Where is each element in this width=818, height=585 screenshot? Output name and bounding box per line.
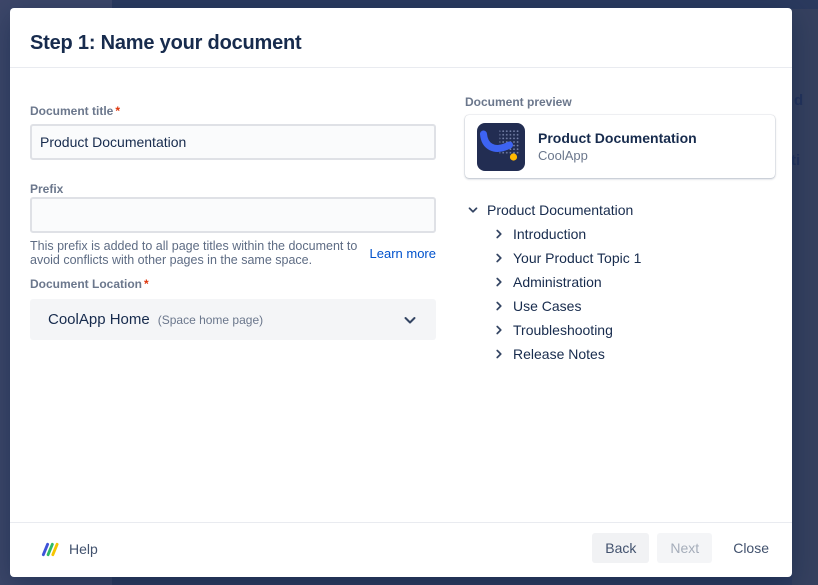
prefix-help-text: This prefix is added to all page titles … — [30, 239, 362, 267]
prefix-label: Prefix — [30, 182, 63, 196]
chevron-right-icon[interactable] — [491, 322, 507, 338]
help-app-icon — [40, 540, 59, 559]
document-title-label: Document title* — [30, 104, 120, 118]
tree-item[interactable]: Troubleshooting — [491, 318, 777, 342]
tree-item[interactable]: Release Notes — [491, 342, 777, 366]
occluded-text-fragment: ti — [791, 152, 800, 169]
tree-item-label: Troubleshooting — [513, 322, 613, 338]
tree-item[interactable]: Introduction — [491, 222, 777, 246]
next-button[interactable]: Next — [657, 533, 712, 563]
tree-item-label: Use Cases — [513, 298, 581, 314]
help-label: Help — [69, 541, 98, 557]
tree-item-label: Introduction — [513, 226, 586, 242]
chevron-right-icon[interactable] — [491, 298, 507, 314]
tree-item[interactable]: Use Cases — [491, 294, 777, 318]
page-tree: Product Documentation Introduction Your … — [465, 198, 777, 366]
back-button[interactable]: Back — [592, 533, 649, 563]
chevron-right-icon[interactable] — [491, 226, 507, 242]
chevron-down-icon — [400, 310, 420, 330]
document-location-label: Document Location* — [30, 277, 149, 291]
dialog-title: Step 1: Name your document — [30, 32, 302, 55]
preview-card: Product Documentation CoolApp — [465, 115, 775, 178]
footer-buttons: Back Next Close — [592, 533, 782, 563]
preview-card-text: Product Documentation CoolApp — [538, 129, 697, 164]
prefix-input[interactable] — [30, 197, 436, 233]
document-title-input[interactable] — [30, 124, 436, 160]
tree-item-label: Release Notes — [513, 346, 605, 362]
chevron-down-icon[interactable] — [465, 202, 481, 218]
create-document-dialog: Step 1: Name your document Document titl… — [10, 8, 792, 577]
header-divider — [10, 67, 792, 68]
required-asterisk: * — [144, 277, 149, 291]
chevron-right-icon[interactable] — [491, 346, 507, 362]
tree-item-label: Your Product Topic 1 — [513, 250, 641, 266]
location-select-hint: (Space home page) — [158, 313, 263, 327]
tree-item-label: Administration — [513, 274, 602, 290]
space-icon — [477, 123, 525, 171]
chevron-right-icon[interactable] — [491, 250, 507, 266]
learn-more-link[interactable]: Learn more — [370, 246, 436, 261]
required-asterisk: * — [115, 104, 120, 118]
prefix-help-row: This prefix is added to all page titles … — [30, 239, 436, 267]
tree-item[interactable]: Your Product Topic 1 — [491, 246, 777, 270]
document-preview-label: Document preview — [465, 95, 572, 109]
footer-divider — [10, 522, 792, 523]
preview-card-title: Product Documentation — [538, 129, 697, 147]
tree-item[interactable]: Administration — [491, 270, 777, 294]
tree-root-item[interactable]: Product Documentation — [465, 198, 777, 222]
location-select-value: CoolApp Home — [48, 311, 150, 328]
help-button[interactable]: Help — [40, 538, 98, 560]
occluded-text-fragment: d — [794, 92, 803, 109]
tree-children: Introduction Your Product Topic 1 Admini… — [491, 222, 777, 366]
preview-card-subtitle: CoolApp — [538, 147, 697, 164]
tree-item-label: Product Documentation — [487, 202, 633, 218]
close-button[interactable]: Close — [720, 533, 782, 563]
location-select[interactable]: CoolApp Home (Space home page) — [30, 299, 436, 340]
chevron-right-icon[interactable] — [491, 274, 507, 290]
